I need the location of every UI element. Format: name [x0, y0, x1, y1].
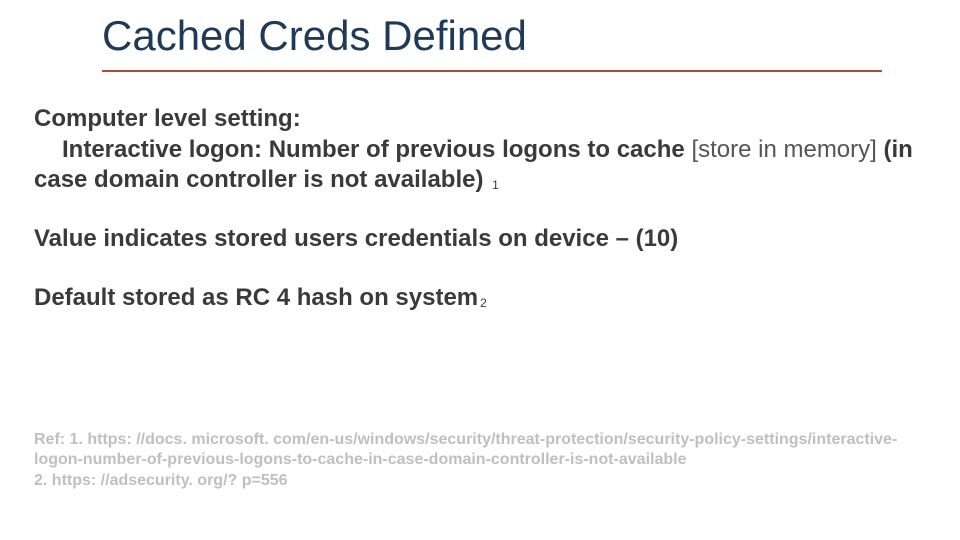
- title-underline: [102, 70, 882, 72]
- paragraph-setting: Computer level setting: Interactive logo…: [34, 104, 914, 196]
- ref-1-url: https: //docs. microsoft. com/en-us/wind…: [34, 431, 897, 468]
- ref-2-url: https: //adsecurity. org/? p=556: [52, 472, 288, 489]
- setting-label: Computer level setting:: [34, 105, 301, 132]
- ref-2-prefix: 2.: [34, 472, 52, 489]
- setting-name-part1: Interactive logon: Number of previous lo…: [34, 136, 691, 163]
- slide-title: Cached Creds Defined: [102, 12, 527, 60]
- slide-body: Computer level setting: Interactive logo…: [34, 104, 914, 342]
- footnote-ref-2: 2: [478, 296, 487, 310]
- references: Ref: 1. https: //docs. microsoft. com/en…: [34, 430, 934, 491]
- paragraph-value: Value indicates stored users credentials…: [34, 224, 914, 255]
- setting-bracket: [store in memory]: [691, 136, 883, 163]
- default-text: Default stored as RC 4 hash on system: [34, 284, 478, 311]
- slide: Cached Creds Defined Computer level sett…: [0, 0, 960, 540]
- footnote-ref-1: 1: [490, 178, 499, 192]
- ref-1-prefix: Ref: 1.: [34, 431, 87, 448]
- paragraph-default: Default stored as RC 4 hash on system2: [34, 283, 914, 314]
